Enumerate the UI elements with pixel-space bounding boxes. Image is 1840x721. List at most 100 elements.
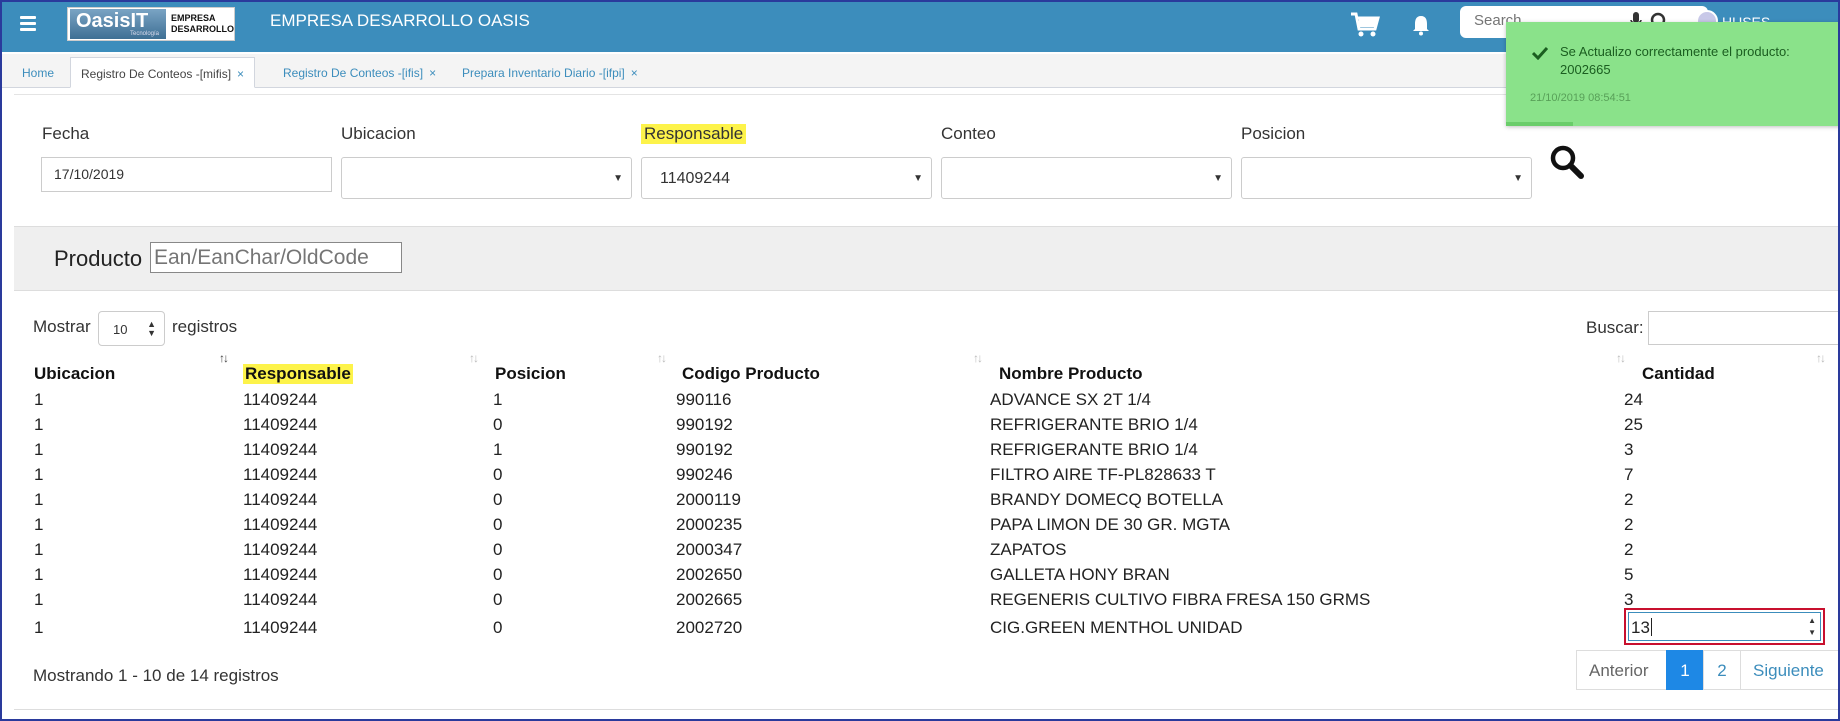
chevron-updown-icon: ▲ ▼: [147, 319, 156, 338]
cell-codigo: 990246: [676, 465, 733, 484]
cell-posicion: 0: [493, 540, 503, 559]
sort-icon[interactable]: ↑↓: [657, 351, 667, 365]
page-length-select[interactable]: 10 ▲ ▼: [98, 311, 165, 346]
table-search-input[interactable]: [1648, 311, 1838, 345]
column-header-cantidad[interactable]: Cantidad: [1642, 364, 1715, 384]
table-row: 1 11409244 0 2002665 REGENERIS CULTIVO F…: [34, 590, 1824, 615]
search-button-icon[interactable]: [1549, 144, 1585, 180]
fecha-label: Fecha: [42, 124, 90, 143]
show-label: Mostrar: [33, 317, 91, 336]
responsable-select[interactable]: 11409244 ▼: [641, 157, 932, 199]
cell-nombre: GALLETA HONY BRAN: [990, 565, 1170, 584]
cell-responsable: 11409244: [243, 565, 318, 584]
fecha-input[interactable]: 17/10/2019: [41, 157, 332, 192]
sort-icon[interactable]: ↑↓: [469, 351, 479, 365]
cell-posicion: 0: [493, 490, 503, 509]
cell-cantidad[interactable]: 7: [1624, 465, 1633, 485]
cantidad-edit-field[interactable]: 13 ▲ ▼: [1624, 608, 1825, 645]
cell-nombre: PAPA LIMON DE 30 GR. MGTA: [990, 515, 1230, 534]
pagination-next[interactable]: Siguiente: [1740, 650, 1838, 690]
cell-codigo: 2000235: [676, 515, 743, 534]
tab-home[interactable]: Home: [12, 57, 64, 88]
conteo-select[interactable]: ▼: [941, 157, 1232, 199]
sort-icon[interactable]: ↑↓: [1616, 351, 1626, 365]
cell-cantidad[interactable]: 2: [1624, 540, 1633, 560]
pagination-previous[interactable]: Anterior: [1576, 650, 1667, 690]
app-window: OasisIT Tecnología EMPRESA DESARROLLO EMPR…: [0, 0, 1840, 721]
pagination-page-1[interactable]: 1: [1666, 650, 1704, 690]
chevron-down-icon: ▼: [1513, 173, 1523, 184]
cell-posicion: 1: [493, 440, 503, 459]
chevron-down-icon: ▼: [1213, 173, 1223, 184]
cell-posicion: 1: [493, 390, 503, 409]
cell-codigo: 2000347: [676, 540, 743, 559]
hamburger-menu-icon[interactable]: [20, 16, 36, 31]
tab-label: Registro De Conteos -[mifis]: [81, 67, 232, 81]
shopping-cart-icon[interactable]: [1350, 12, 1380, 38]
sort-asc-icon[interactable]: ↑↓: [219, 351, 229, 365]
pagination-page-2[interactable]: 2: [1703, 650, 1741, 690]
cell-ubicacion: 1: [34, 390, 44, 409]
number-spinner-icon[interactable]: ▲ ▼: [1808, 615, 1816, 639]
notifications-bell-icon[interactable]: [1410, 14, 1432, 36]
toast-timestamp: 21/10/2019 08:54:51: [1530, 92, 1631, 104]
ubicacion-select[interactable]: ▼: [341, 157, 632, 199]
table-row: 1 11409244 0 990246 FILTRO AIRE TF-PL828…: [34, 465, 1824, 490]
tab-registro-conteos-ifis[interactable]: Registro De Conteos -[ifis] ×: [273, 57, 446, 88]
tab-close-icon[interactable]: ×: [429, 66, 436, 80]
cell-cantidad[interactable]: 25: [1624, 415, 1643, 435]
posicion-select[interactable]: ▼: [1241, 157, 1532, 199]
cell-posicion: 0: [493, 465, 503, 484]
cell-posicion: 0: [493, 515, 503, 534]
tab-prepara-inventario-diario[interactable]: Prepara Inventario Diario -[ifpi] ×: [452, 57, 648, 88]
cell-codigo: 990116: [676, 390, 732, 409]
sort-icon[interactable]: ↑↓: [973, 351, 983, 365]
toast-message: Se Actualizo correctamente el producto: …: [1560, 44, 1790, 77]
column-header-posicion[interactable]: Posicion: [495, 364, 566, 384]
cell-cantidad[interactable]: 2: [1624, 515, 1633, 535]
logo-text-1: EMPRESA: [171, 13, 216, 23]
tab-home-label: Home: [22, 66, 55, 80]
success-toast[interactable]: Se Actualizo correctamente el producto: …: [1506, 22, 1838, 126]
tab-close-icon[interactable]: ×: [237, 67, 244, 81]
cell-nombre: ZAPATOS: [990, 540, 1067, 559]
cell-cantidad[interactable]: 24: [1624, 390, 1643, 410]
table-row: 1 11409244 0 990192 REFRIGERANTE BRIO 1/…: [34, 415, 1824, 440]
cell-responsable: 11409244: [243, 590, 318, 609]
tab-registro-conteos-mifis[interactable]: Registro De Conteos -[mifis] ×: [70, 57, 256, 88]
cell-codigo: 990192: [676, 415, 733, 434]
tab-label: Prepara Inventario Diario -[ifpi]: [462, 66, 625, 80]
column-header-responsable[interactable]: Responsable: [243, 364, 353, 384]
cell-nombre: REFRIGERANTE BRIO 1/4: [990, 415, 1198, 434]
cell-ubicacion: 1: [34, 590, 44, 609]
column-header-ubicacion[interactable]: Ubicacion: [34, 364, 115, 384]
app-title: EMPRESA DESARROLLO OASIS: [270, 11, 530, 30]
posicion-label: Posicion: [1241, 124, 1306, 143]
cell-cantidad[interactable]: 5: [1624, 565, 1633, 585]
cell-responsable: 11409244: [243, 490, 318, 509]
sort-icon[interactable]: ↑↓: [1816, 351, 1826, 365]
ubicacion-label: Ubicacion: [341, 124, 416, 143]
cell-nombre: ADVANCE SX 2T 1/4: [990, 390, 1151, 409]
text-cursor: [1650, 618, 1652, 636]
cell-cantidad[interactable]: 3: [1624, 440, 1633, 460]
table-row: 1 11409244 0 2000347 ZAPATOS 2: [34, 540, 1824, 565]
logo-text-2: DESARROLLO: [171, 24, 234, 34]
cell-cantidad[interactable]: 2: [1624, 490, 1633, 510]
cell-nombre: CIG.GREEN MENTHOL UNIDAD: [990, 618, 1243, 637]
cantidad-input-value: 13: [1631, 618, 1650, 637]
cell-ubicacion: 1: [34, 515, 44, 534]
cell-ubicacion: 1: [34, 465, 44, 484]
producto-label: Producto: [54, 246, 143, 271]
column-header-nombre-producto[interactable]: Nombre Producto: [999, 364, 1143, 384]
cell-cantidad[interactable]: 3: [1624, 590, 1633, 610]
cell-responsable: 11409244: [243, 515, 318, 534]
cantidad-number-input[interactable]: 13 ▲ ▼: [1628, 612, 1821, 641]
company-logo[interactable]: OasisIT Tecnología EMPRESA DESARROLLO: [67, 7, 235, 41]
column-header-codigo-producto[interactable]: Codigo Producto: [682, 364, 820, 384]
table-row: 1 11409244 1 990192 REFRIGERANTE BRIO 1/…: [34, 440, 1824, 465]
cell-codigo: 2000119: [676, 490, 741, 509]
cell-posicion: 0: [493, 415, 503, 434]
tab-close-icon[interactable]: ×: [631, 66, 638, 80]
producto-input[interactable]: [150, 242, 402, 273]
